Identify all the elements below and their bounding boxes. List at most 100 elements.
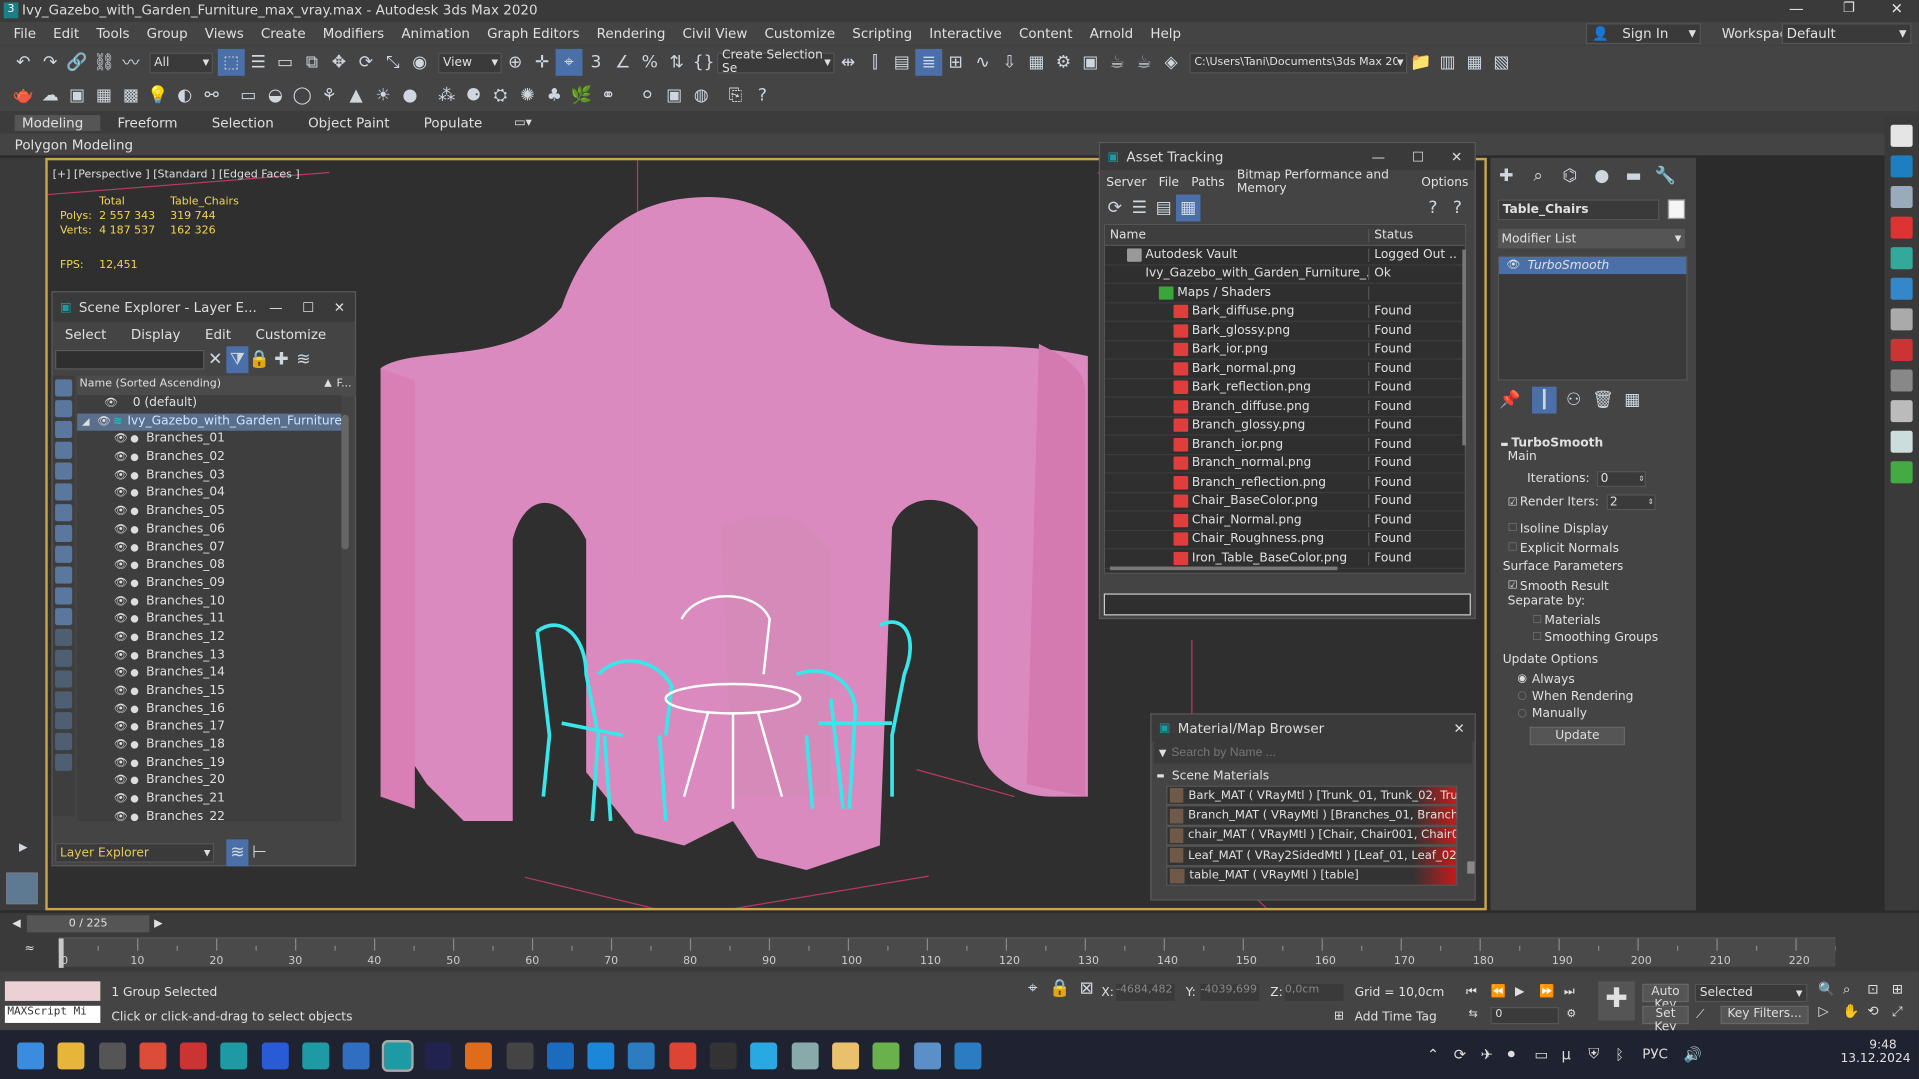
render-frame-icon[interactable]: ▣ <box>64 82 91 109</box>
track-bar[interactable]: 0 10 20 30 40 50 60 70 80 90 100 110 120 130 140 150 160… <box>58 937 1837 968</box>
visibility-icon[interactable]: 👁 <box>114 755 128 773</box>
lock-icon[interactable]: 🔒 <box>248 346 270 373</box>
tree-row[interactable]: 👁 ● Branches_21 <box>77 791 341 809</box>
asset-row[interactable]: Chair_Normal.png Found <box>1105 511 1465 531</box>
menu-content[interactable]: Content <box>1010 22 1081 45</box>
asset-row[interactable]: Autodesk Vault Logged Out ... <box>1105 246 1465 265</box>
save-icon[interactable] <box>546 1042 574 1070</box>
menu-animation[interactable]: Animation <box>393 22 479 45</box>
spinner-icon[interactable]: ⇕ <box>1638 475 1644 484</box>
visibility-icon[interactable]: 👁 <box>114 449 128 467</box>
visibility-icon[interactable]: 👁 <box>114 665 128 683</box>
minimize-icon[interactable]: — <box>1372 149 1385 165</box>
name-column-header[interactable]: Name (Sorted Ascending) <box>80 378 222 390</box>
task-view-icon[interactable] <box>98 1042 126 1070</box>
app-blue-icon[interactable] <box>628 1042 656 1070</box>
restore-icon[interactable]: ☐ <box>302 299 314 315</box>
tree-row[interactable]: 👁 ● Branches_11 <box>77 611 341 629</box>
select-manipulate-icon[interactable]: ✛ <box>529 49 556 76</box>
visibility-icon[interactable]: 👁 <box>114 467 128 485</box>
cube-gray-icon[interactable] <box>1890 308 1913 331</box>
undo-icon[interactable]: ↶ <box>10 49 37 76</box>
key-mode-icon[interactable]: ⇆ <box>1468 1008 1477 1020</box>
schematic-view-icon[interactable]: ⇩ <box>996 49 1023 76</box>
volume-icon[interactable]: ⛭ <box>487 82 514 109</box>
edge-icon[interactable] <box>587 1042 615 1070</box>
materials-row[interactable]: ☐ Materials <box>1500 612 1684 629</box>
asset-tracking-titlebar[interactable]: ▣ Asset Tracking — ☐ ✕ <box>1100 143 1475 171</box>
modify-tab-icon[interactable]: ⌕ <box>1525 163 1552 190</box>
display-tab-icon[interactable]: ▬ <box>1620 163 1647 190</box>
material-item[interactable]: chair_MAT ( VRayMtl ) [Chair, Chair001, … <box>1166 825 1458 846</box>
asset-menu-server[interactable]: Server <box>1100 176 1152 189</box>
visibility-icon[interactable]: 👁 <box>114 737 128 755</box>
brush-icon[interactable]: ⚭ <box>595 82 622 109</box>
key-filters-button[interactable]: Key Filters... <box>1720 1005 1809 1025</box>
always-row[interactable]: ◉ Always <box>1500 671 1684 688</box>
mirror-icon[interactable]: ⇹ <box>835 49 862 76</box>
expand-icon[interactable]: ◢ <box>82 413 90 431</box>
photoshop-icon[interactable] <box>261 1042 289 1070</box>
shield-icon[interactable]: ⛨ <box>1588 1045 1615 1063</box>
visibility-icon[interactable]: 👁 <box>114 629 128 647</box>
sphere-light-icon[interactable]: ◯ <box>289 82 316 109</box>
menu-rendering[interactable]: Rendering <box>588 22 674 45</box>
layers-icon[interactable]: ≋ <box>292 346 314 373</box>
ies-light-icon[interactable]: ⚘ <box>316 82 343 109</box>
go-to-start-icon[interactable]: ⏮ <box>1466 984 1490 997</box>
menu-file[interactable]: File <box>5 22 45 45</box>
fur-icon[interactable]: ⁂ <box>433 82 460 109</box>
calculator-icon[interactable]: ▦ <box>91 82 118 109</box>
go-to-end-icon[interactable]: ⏭ <box>1564 984 1588 997</box>
refresh-icon[interactable]: ⟳ <box>1103 195 1127 222</box>
material-icon[interactable] <box>1890 216 1913 239</box>
3dsmax-active-icon[interactable] <box>381 1040 414 1072</box>
visibility-icon[interactable]: 👁 <box>114 791 128 809</box>
dome-icon[interactable]: ◒ <box>262 82 289 109</box>
plane-icon[interactable]: ▭ <box>235 82 262 109</box>
camera-icon[interactable] <box>954 1042 982 1070</box>
smooth-result-row[interactable]: ☑ Smooth Result <box>1500 578 1684 595</box>
menu-interactive[interactable]: Interactive <box>921 22 1011 45</box>
menu-customize[interactable]: Customize <box>756 22 844 45</box>
filter-icon[interactable] <box>55 691 73 709</box>
time-config-icon[interactable]: ⚙ <box>1566 1008 1576 1020</box>
menu-modifiers[interactable]: Modifiers <box>314 22 393 45</box>
next-key-icon[interactable]: ⏩ <box>1539 984 1563 997</box>
file-explorer-icon[interactable] <box>57 1042 85 1070</box>
find-icon[interactable] <box>55 712 73 730</box>
tree-row[interactable]: 👁 ● Branches_07 <box>77 539 341 557</box>
menu-create[interactable]: Create <box>252 22 314 45</box>
x-coordinate-field[interactable]: -4684,482 <box>1116 983 1175 1001</box>
play-icon[interactable]: ▶ <box>1515 984 1539 997</box>
cloud-icon[interactable]: ☁ <box>37 82 64 109</box>
sign-in-button[interactable]: 👤 Sign In ▼ <box>1585 23 1701 45</box>
visibility-icon[interactable]: 👁 <box>104 395 118 413</box>
explorer-type-dropdown[interactable]: Layer Explorer ▼ <box>55 843 215 863</box>
tree-row[interactable]: 👁 ● Branches_04 <box>77 485 341 503</box>
tree-row[interactable]: 👁 ● Branches_13 <box>77 647 341 665</box>
visibility-icon[interactable]: 👁 <box>1499 259 1528 271</box>
redo-icon[interactable]: ↷ <box>37 49 64 76</box>
tree-row-root[interactable]: ◢ 👁 ≋ Ivy_Gazebo_with_Garden_Furniture <box>77 413 342 432</box>
notes-icon[interactable] <box>343 1042 371 1070</box>
sort-asc-icon[interactable]: ▲ <box>324 377 332 388</box>
menu-group[interactable]: Group <box>138 22 196 45</box>
set-key-button[interactable]: Set Key <box>1642 1005 1689 1034</box>
asset-row[interactable]: Branch_ior.png Found <box>1105 436 1465 455</box>
utilities-tab-icon[interactable]: 🔧 <box>1652 163 1679 190</box>
smoothing-groups-checkbox[interactable]: ☐ <box>1532 631 1542 643</box>
utorrent-icon[interactable] <box>872 1042 900 1070</box>
align-icon[interactable]: ⫿ <box>861 49 888 76</box>
material-item[interactable]: Branch_MAT ( VRayMtl ) [Branches_01, Bra… <box>1166 805 1458 826</box>
asset-row[interactable]: Ivy_Gazebo_with_Garden_Furniture_... Ok <box>1105 265 1465 284</box>
telegram-icon[interactable]: ✈ <box>1481 1046 1508 1063</box>
menu-tools[interactable]: Tools <box>88 22 138 45</box>
restore-icon[interactable]: ❐ <box>1843 0 1855 16</box>
explorer-menu-customize[interactable]: Customize <box>243 326 338 342</box>
menu-edit[interactable]: Edit <box>45 22 88 45</box>
vault-help-icon[interactable]: ? <box>1421 195 1445 222</box>
rollout-header[interactable]: ▬ TurboSmooth <box>1500 437 1684 450</box>
smoothing-groups-row[interactable]: ☐ Smoothing Groups <box>1500 629 1684 646</box>
display-cameras-icon[interactable] <box>55 441 73 459</box>
